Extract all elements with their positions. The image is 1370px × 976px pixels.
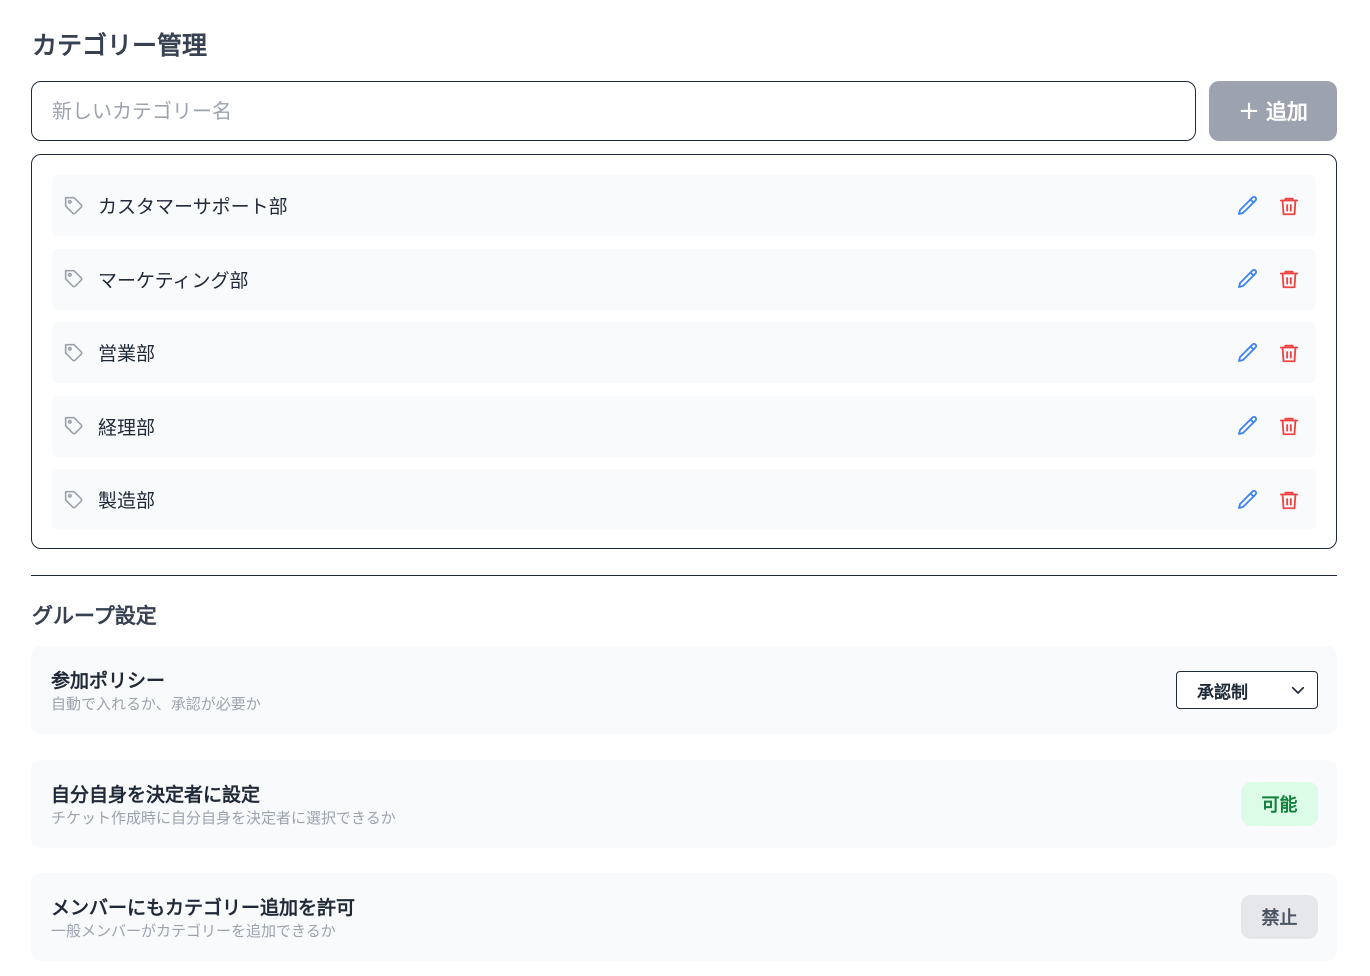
category-item: 経理部 [52,395,1316,457]
setting-description: 自動で入れるか、承認が必要か [51,695,261,713]
tag-icon [64,416,84,436]
category-label: 経理部 [98,416,156,439]
trash-icon[interactable] [1274,191,1304,221]
setting-title: メンバーにもカテゴリー追加を許可 [51,897,356,919]
pencil-icon[interactable] [1233,485,1263,515]
page: カテゴリー管理 + 追加 カスタマーサポート部 マーケティング部 [0,0,1370,976]
chevron-down-icon [1289,681,1307,699]
category-label: マーケティング部 [98,269,249,292]
category-label: カスタマーサポート部 [98,196,288,218]
pencil-icon[interactable] [1233,191,1263,221]
pencil-icon[interactable] [1233,411,1263,441]
setting-member-add-category: メンバーにもカテゴリー追加を許可 一般メンバーがカテゴリーを追加できるか 禁止 [31,873,1337,961]
plus-icon: + [1238,96,1260,126]
add-category-button[interactable]: + 追加 [1209,81,1337,141]
category-label: 営業部 [98,343,156,365]
category-item: マーケティング部 [52,248,1316,310]
setting-description: チケット作成時に自分自身を決定者に選択できるか [51,809,396,827]
select-value: 承認制 [1197,682,1248,703]
trash-icon[interactable] [1274,485,1304,515]
trash-icon[interactable] [1274,338,1304,368]
pencil-icon[interactable] [1233,338,1263,368]
category-item: 製造部 [52,469,1316,530]
tag-icon [64,343,84,363]
category-item: 営業部 [52,322,1316,383]
self-decider-toggle[interactable]: 可能 [1241,782,1318,826]
trash-icon[interactable] [1274,411,1304,441]
tag-icon [64,269,84,289]
trash-icon[interactable] [1274,264,1304,294]
setting-description: 一般メンバーがカテゴリーを追加できるか [51,922,336,940]
tag-icon [64,196,84,216]
pencil-icon[interactable] [1233,264,1263,294]
group-settings-title: グループ設定 [32,604,157,628]
category-label: 製造部 [98,490,156,512]
member-add-category-toggle[interactable]: 禁止 [1241,895,1318,939]
setting-title: 自分自身を決定者に設定 [51,784,261,806]
add-button-label: 追加 [1265,100,1308,124]
setting-title: 参加ポリシー [51,670,166,692]
setting-join-policy: 参加ポリシー 自動で入れるか、承認が必要か 承認制 [31,646,1337,734]
section-divider [31,575,1337,576]
join-policy-select[interactable]: 承認制 [1176,671,1318,709]
setting-self-decider: 自分自身を決定者に設定 チケット作成時に自分自身を決定者に選択できるか 可能 [31,760,1337,848]
new-category-input[interactable] [31,81,1196,141]
category-management-title: カテゴリー管理 [32,31,208,60]
category-list: カスタマーサポート部 マーケティング部 営業部 経理部 製造部 [31,154,1337,549]
tag-icon [64,490,84,510]
category-item: カスタマーサポート部 [52,175,1316,236]
